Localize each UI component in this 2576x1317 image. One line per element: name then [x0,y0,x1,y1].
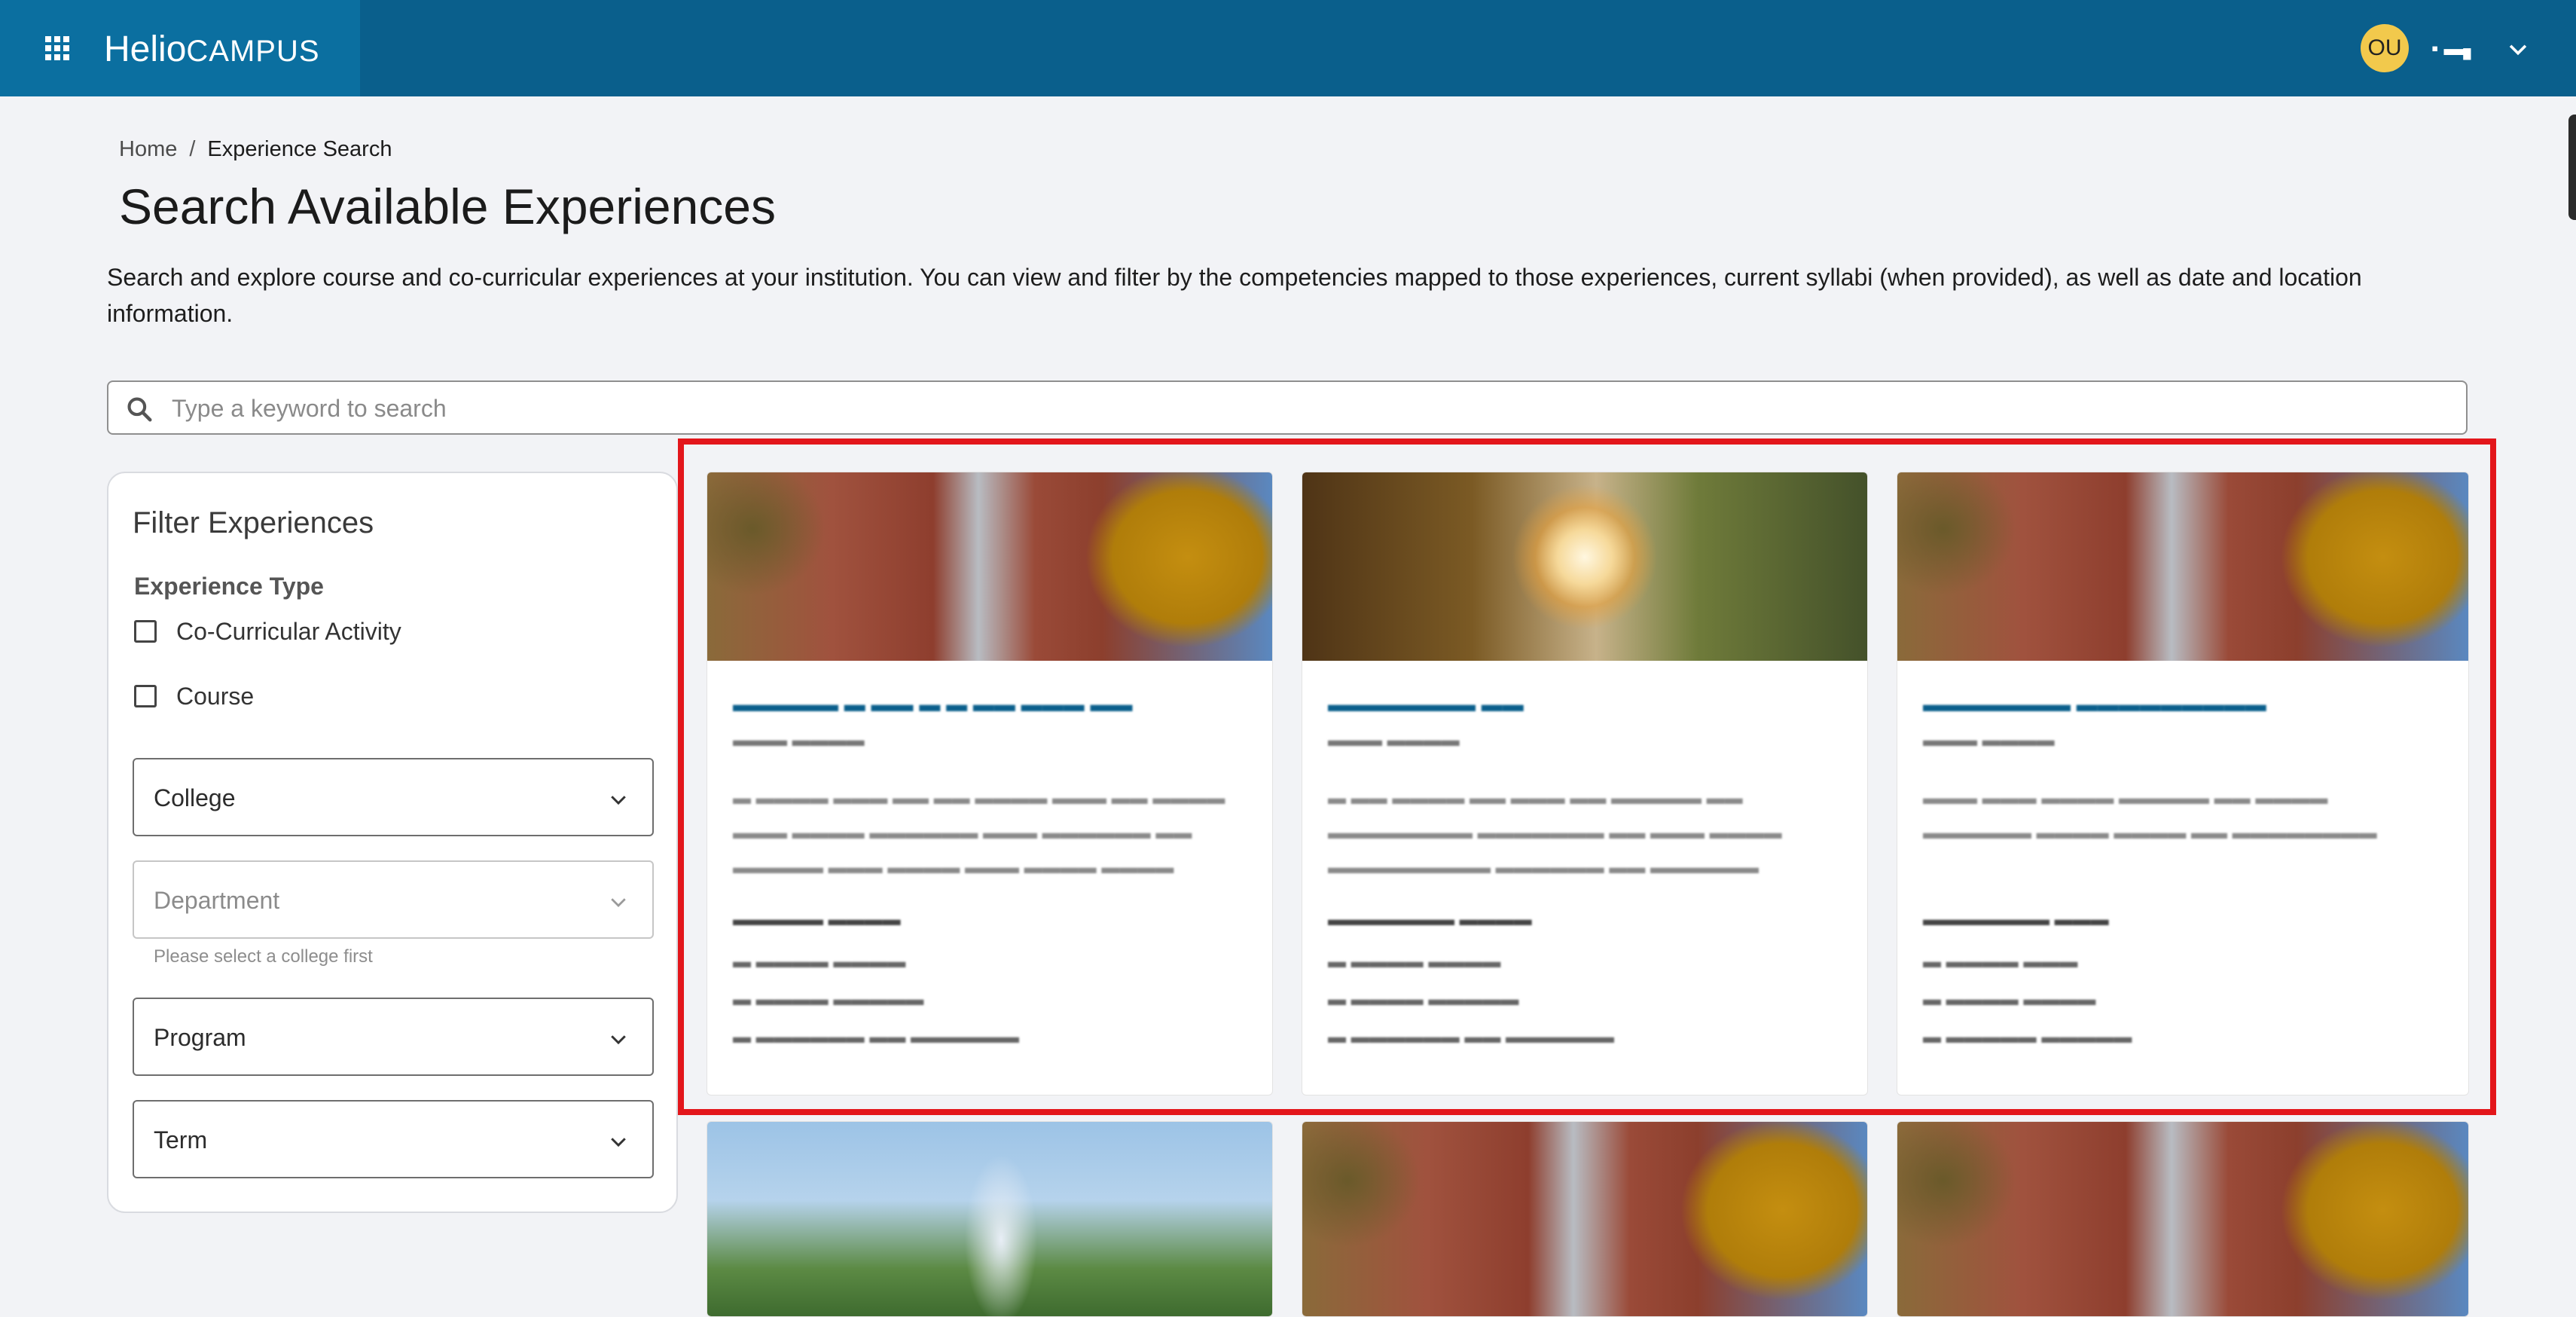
program-select-value: Program [154,1024,246,1051]
card-description: ▬ ▬▬ ▬▬▬▬ ▬▬ ▬▬▬ ▬▬ ▬▬▬▬▬ ▬▬ ▬▬▬▬▬▬▬▬ ▬▬… [1328,788,1782,878]
checkbox-box[interactable] [134,620,157,643]
chevron-down-icon [611,1138,626,1147]
card-section-heading: ▬▬▬▬▬ ▬▬▬▬ [733,909,901,930]
card-image [1897,472,2468,661]
experience-type-label: Experience Type [134,573,324,600]
checkbox-co-curricular-activity[interactable]: Co-Curricular Activity [134,615,401,648]
card-detail-line: ▬ ▬▬▬▬▬ ▬▬▬▬▬ [1923,1027,2132,1047]
card-title[interactable]: ▬▬▬▬▬▬▬ ▬▬ [1328,692,1780,718]
card-detail-line: ▬ ▬▬▬▬ ▬▬▬▬ [1923,989,2096,1010]
term-select-value: Term [154,1126,208,1154]
card-detail-line: ▬ ▬▬▬▬ ▬▬▬ [1923,952,2078,972]
card-image [1302,472,1867,661]
card-detail-line: ▬ ▬▬▬▬ ▬▬▬▬ [1328,952,1501,972]
chevron-down-icon [611,898,626,907]
card-detail-line: ▬ ▬▬▬▬ ▬▬▬▬▬ [733,989,924,1010]
side-panel-tab[interactable] [2568,115,2576,220]
experience-card[interactable]: ▬▬▬▬▬▬▬ ▬▬▬▬▬▬▬▬▬ ▬▬▬ ▬▬▬▬ ▬▬▬ ▬▬▬ ▬▬▬▬ … [1897,472,2469,1095]
card-description: ▬▬▬ ▬▬▬ ▬▬▬▬ ▬▬▬▬▬ ▬▬ ▬▬▬▬ ▬▬▬▬▬▬ ▬▬▬▬ ▬… [1923,788,2377,843]
card-section-heading: ▬▬▬▬▬▬▬ ▬▬▬ [1923,909,2109,930]
card-image [1302,1122,1867,1316]
breadcrumb: Home / Experience Search [119,134,392,164]
card-detail-line: ▬ ▬▬▬▬▬▬ ▬▬ ▬▬▬▬▬▬ [733,1027,1020,1047]
card-description: ▬ ▬▬▬▬ ▬▬▬ ▬▬ ▬▬ ▬▬▬▬ ▬▬▬ ▬▬ ▬▬▬▬ ▬▬▬ ▬▬… [733,788,1225,878]
breadcrumb-home-link[interactable]: Home [119,137,177,161]
app-launcher-icon[interactable] [44,35,71,62]
college-select-value: College [154,784,236,811]
program-select[interactable]: Program [133,998,654,1076]
breadcrumb-current: Experience Search [207,137,392,161]
card-image [707,1122,1272,1316]
college-select[interactable]: College [133,758,654,836]
search-bar[interactable] [107,380,2468,435]
filter-panel: Filter Experiences Experience Type Co-Cu… [107,472,678,1213]
card-detail-line: ▬ ▬▬▬▬▬▬ ▬▬ ▬▬▬▬▬▬ [1328,1027,1615,1047]
card-title[interactable]: ▬▬▬▬▬▬▬ ▬▬▬▬▬▬▬▬▬ [1923,692,2375,718]
card-image [707,472,1272,661]
page-description: Search and explore course and co-curricu… [107,264,2362,327]
experience-card[interactable] [1302,1121,1868,1317]
card-subtitle: ▬▬▬ ▬▬▬▬ [1328,730,1460,750]
logo-part-campus: CAMPUS [186,35,320,68]
checkbox-course[interactable]: Course [134,680,254,713]
chevron-down-icon[interactable] [2505,36,2531,62]
experience-card[interactable]: ▬▬▬▬▬ ▬ ▬▬ ▬ ▬ ▬▬ ▬▬▬ ▬▬ ▬▬▬ ▬▬▬▬ ▬ ▬▬▬▬… [707,472,1273,1095]
experience-card[interactable] [1897,1121,2469,1317]
card-detail-line: ▬ ▬▬▬▬ ▬▬▬▬▬ [1328,989,1519,1010]
chevron-down-icon [611,1035,626,1045]
card-detail-line: ▬ ▬▬▬▬ ▬▬▬▬ [733,952,906,972]
checkbox-label: Course [176,682,255,710]
card-title[interactable]: ▬▬▬▬▬ ▬ ▬▬ ▬ ▬ ▬▬ ▬▬▬ ▬▬ [733,692,1185,718]
card-section-heading: ▬▬▬▬▬▬▬ ▬▬▬▬ [1328,909,1532,930]
filter-panel-title: Filter Experiences [133,506,374,539]
logo-part-helio: Helio [104,29,187,69]
user-name[interactable]: ▪ ▬▖ [2431,35,2514,62]
page-title: Search Available Experiences [119,179,776,234]
department-select-value: Department [154,887,280,914]
term-select[interactable]: Term [133,1100,654,1178]
experience-card[interactable] [707,1121,1273,1317]
top-navigation-bar: HelioCAMPUS OU ▪ ▬▖ [0,0,2576,96]
card-subtitle: ▬▬▬ ▬▬▬▬ [733,730,865,750]
brand-panel: HelioCAMPUS [0,0,360,96]
search-input[interactable] [170,390,2418,427]
department-select: Department [133,860,654,939]
department-helper-text: Please select a college first [154,946,373,967]
chevron-down-icon [611,796,626,805]
card-image [1897,1122,2468,1316]
breadcrumb-separator: / [189,137,196,161]
heliocampus-logo[interactable]: HelioCAMPUS [104,29,320,71]
search-icon [127,397,152,422]
checkbox-label: Co-Curricular Activity [176,617,401,645]
card-subtitle: ▬▬▬ ▬▬▬▬ [1923,730,2055,750]
experience-card[interactable]: ▬▬▬▬▬▬▬ ▬▬ ▬▬▬ ▬▬▬▬ ▬ ▬▬ ▬▬▬▬ ▬▬ ▬▬▬ ▬▬ … [1302,472,1868,1095]
checkbox-box[interactable] [134,685,157,707]
user-avatar[interactable]: OU [2361,24,2409,72]
